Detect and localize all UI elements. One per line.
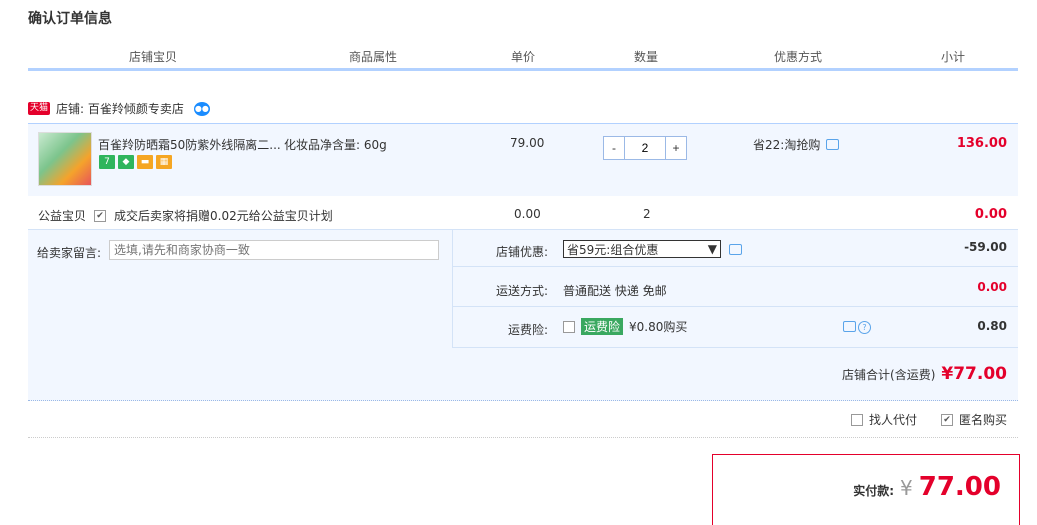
divider (452, 347, 1018, 348)
promo-text: 省22:淘抢购 (753, 138, 821, 152)
store-name[interactable]: 店铺: 百雀羚倾颜专卖店 (56, 100, 184, 117)
col-price: 单价 (510, 50, 535, 64)
store-total-label: 店铺合计(含运费) (842, 368, 936, 382)
column-header: 店铺宝贝 商品属性 单价 数量 优惠方式 小计 (28, 48, 1018, 71)
promo-info-icon[interactable] (826, 139, 840, 150)
store-discount-selected: 省59元:组合优惠 (567, 242, 659, 257)
charity-price: 0.00 (514, 207, 541, 221)
insurance-fee: 0.80 (977, 319, 1007, 333)
col-attribute: 商品属性 (348, 50, 397, 64)
message-input[interactable] (109, 240, 439, 260)
charity-subtotal: 0.00 (974, 207, 1007, 222)
col-qty: 数量 (633, 50, 658, 64)
store-header: 天猫 店铺: 百雀羚倾颜专卖店 ●● (28, 100, 210, 117)
order-options: 找人代付 ✔ 匿名购买 (850, 411, 1007, 428)
col-subtotal: 小计 (940, 50, 965, 64)
payment-summary: 实付款: ¥ 77.00 (853, 472, 1001, 502)
divider (28, 437, 1018, 438)
charity-row: 公益宝贝 ✔ 成交后卖家将捐赠0.02元给公益宝贝计划 (38, 207, 333, 224)
shipping-value: 普通配送 快递 免邮 (563, 284, 667, 298)
anonymous-label: 匿名购买 (958, 413, 1007, 427)
message-label: 给卖家留言: (37, 246, 102, 260)
chevron-down-icon: ▼ (707, 242, 717, 256)
insurance-tag: 运费险 (581, 318, 624, 335)
col-promo: 优惠方式 (773, 50, 822, 64)
product-attribute: 化妆品净含量: 60g (284, 138, 387, 152)
item-row (28, 123, 1018, 196)
charity-text: 成交后卖家将捐赠0.02元给公益宝贝计划 (114, 209, 333, 223)
product-thumbnail[interactable] (38, 132, 92, 186)
qty-decrease-button[interactable]: - (604, 137, 624, 159)
installment-icon: ▦ (156, 155, 172, 169)
product-name[interactable]: 百雀羚防晒霜50防紫外线隔离二... (98, 136, 281, 153)
discount-info-icon[interactable] (729, 244, 742, 255)
payment-label: 实付款: (853, 484, 895, 498)
store-total-amount: ¥77.00 (941, 364, 1007, 384)
insurance-option: 运费险 ¥0.80购买 (563, 318, 687, 335)
charity-qty: 2 (643, 207, 651, 221)
wangwang-chat-icon[interactable]: ●● (193, 101, 210, 116)
store-total: 店铺合计(含运费) ¥77.00 (842, 364, 1007, 384)
service-icons: 7 ◆ ▬ ▦ (99, 155, 172, 169)
promo: 省22:淘抢购 (753, 136, 840, 153)
proxy-pay-label: 找人代付 (868, 413, 917, 427)
insurance-text: ¥0.80购买 (629, 320, 688, 334)
store-discount-select[interactable]: 省59元:组合优惠 ▼ (563, 240, 721, 258)
divider (452, 266, 1018, 267)
store-discount-value: -59.00 (964, 240, 1007, 254)
item-subtotal: 136.00 (956, 136, 1007, 151)
divider (452, 306, 1018, 307)
qty-input[interactable] (624, 137, 666, 159)
col-store-item: 店铺宝贝 (128, 50, 177, 64)
seven-day-return-icon: 7 (99, 155, 115, 169)
payment-amount: 77.00 (918, 472, 1001, 502)
insurance-chat-icon[interactable] (843, 321, 856, 332)
question-icon[interactable]: ? (858, 321, 871, 334)
tmall-icon: 天猫 (28, 102, 51, 115)
insurance-label: 运费险: (507, 323, 548, 337)
quantity-stepper: - + (603, 136, 687, 160)
insurance-checkbox[interactable] (563, 320, 575, 333)
charity-checkbox[interactable]: ✔ (94, 209, 107, 222)
guarantee-icon: ◆ (118, 155, 134, 169)
store-discount-label: 店铺优惠: (495, 245, 548, 259)
shipping-label: 运送方式: (495, 284, 548, 298)
anonymous-checkbox[interactable]: ✔ (940, 413, 953, 426)
unit-price: 79.00 (510, 136, 545, 150)
charity-label: 公益宝贝 (38, 209, 87, 223)
credit-card-icon: ▬ (137, 155, 153, 169)
shipping-fee: 0.00 (977, 280, 1007, 294)
qty-increase-button[interactable]: + (666, 137, 686, 159)
proxy-pay-option[interactable]: 找人代付 (850, 411, 917, 428)
proxy-pay-checkbox[interactable] (850, 413, 863, 426)
payment-currency: ¥ (900, 476, 913, 500)
page-title: 确认订单信息 (28, 11, 112, 27)
anonymous-option[interactable]: ✔ 匿名购买 (940, 411, 1007, 428)
insurance-help: ? (843, 321, 871, 334)
